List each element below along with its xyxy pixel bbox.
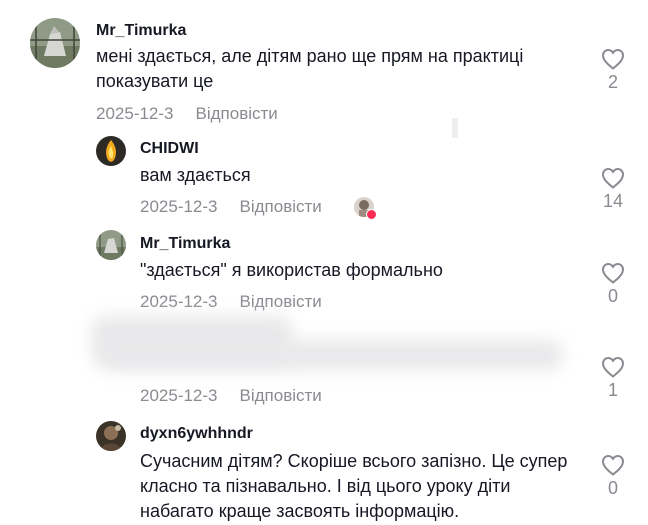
reply-button[interactable]: Відповісти xyxy=(240,197,322,216)
comment-text: "здається" я використав формально xyxy=(140,260,443,280)
like-button[interactable]: 0 xyxy=(597,454,629,499)
avatar[interactable] xyxy=(96,136,126,166)
like-button[interactable]: 2 xyxy=(597,48,629,93)
like-button[interactable]: 0 xyxy=(597,262,629,307)
like-count: 0 xyxy=(607,286,618,306)
comment-date: 2025-12-3 xyxy=(140,292,218,311)
comment-username[interactable]: dyxn6ywhhndr xyxy=(140,425,253,443)
like-button[interactable]: 14 xyxy=(597,167,629,212)
like-count: 2 xyxy=(607,72,618,92)
comment-text: Сучасним дітям? Скоріше всього запізно. … xyxy=(140,451,568,521)
comment-text: мені здається, але дітям рано ще прям на… xyxy=(96,46,524,91)
heart-outline-icon xyxy=(601,454,625,476)
heart-badge-icon xyxy=(366,209,377,220)
avatar[interactable] xyxy=(96,230,126,260)
heart-outline-icon xyxy=(601,262,625,284)
comment-username[interactable]: CHIDWI xyxy=(140,140,199,158)
comment-date: 2025-12-3 xyxy=(140,386,218,405)
heart-outline-icon xyxy=(601,167,625,189)
reply-button[interactable]: Відповісти xyxy=(240,386,322,405)
comment-meta: 2025-12-3 Відповісти xyxy=(140,386,322,406)
divider-artifact xyxy=(452,118,458,138)
like-count: 14 xyxy=(602,191,624,211)
redacted-content xyxy=(100,340,562,370)
comment-date: 2025-12-3 xyxy=(96,104,174,123)
like-button[interactable]: 1 xyxy=(597,356,629,401)
comment-date: 2025-12-3 xyxy=(140,197,218,216)
comment-text: вам здається xyxy=(140,165,251,185)
avatar[interactable] xyxy=(30,18,80,68)
comment-meta: 2025-12-3 Відповісти xyxy=(96,104,278,124)
comment-username[interactable]: Mr_Timurka xyxy=(96,22,186,40)
reply-button[interactable]: Відповісти xyxy=(240,292,322,311)
comment-meta: 2025-12-3 Відповісти xyxy=(140,292,322,312)
comment-username[interactable]: Mr_Timurka xyxy=(140,235,230,253)
reply-button[interactable]: Відповісти xyxy=(196,104,278,123)
heart-outline-icon xyxy=(601,356,625,378)
heart-outline-icon xyxy=(601,48,625,70)
avatar[interactable] xyxy=(96,421,126,451)
like-count: 0 xyxy=(607,478,618,498)
comment-meta: 2025-12-3 Відповісти xyxy=(140,197,322,217)
like-count: 1 xyxy=(607,380,618,400)
